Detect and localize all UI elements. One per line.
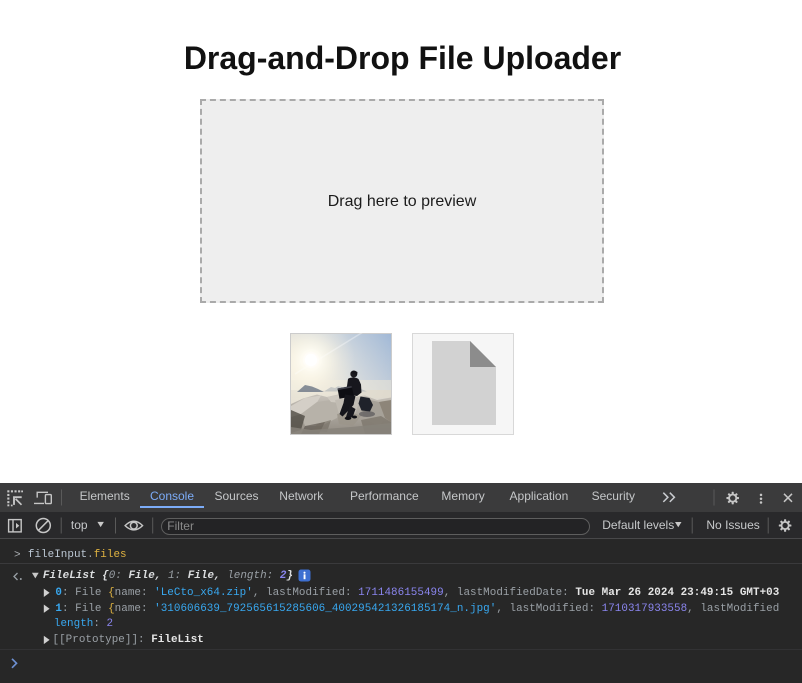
svg-text:>: >	[14, 550, 21, 562]
